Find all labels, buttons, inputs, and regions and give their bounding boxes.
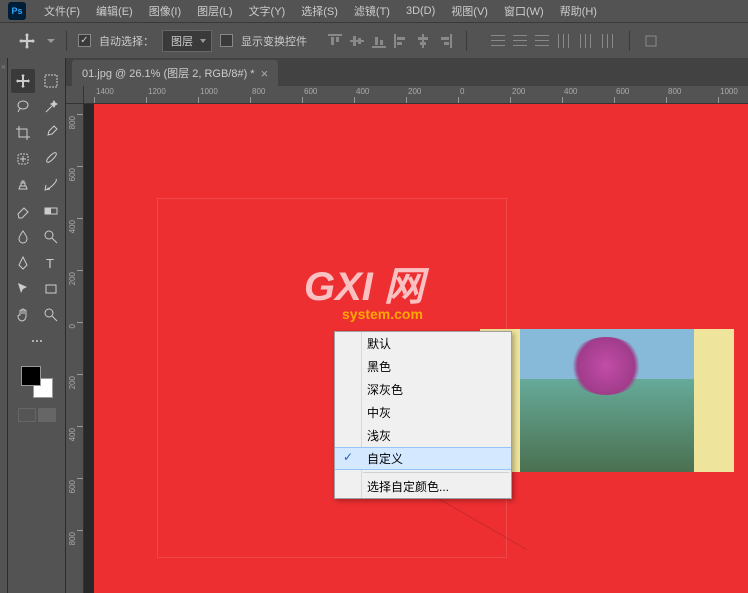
zoom-tool[interactable] [39,303,63,327]
context-menu: 默认 黑色 深灰色 中灰 浅灰 ✓ 自定义 选择自定颜色... [334,331,512,499]
blur-tool[interactable] [11,225,35,249]
clone-stamp-tool[interactable] [11,173,35,197]
mask-mode [18,408,56,422]
divider [629,31,630,51]
color-swatches[interactable] [21,366,53,398]
ruler-vertical[interactable]: 8006004002000200400600800 [66,104,84,593]
ruler-horizontal[interactable]: 1400120010008006004002000200400600800100… [84,86,748,104]
align-group [325,31,455,51]
divider [66,31,67,51]
auto-align-icon[interactable] [641,31,661,51]
ctx-item-select-color[interactable]: 选择自定颜色... [335,475,511,498]
menu-select[interactable]: 选择(S) [293,3,346,19]
menu-3d[interactable]: 3D(D) [398,5,443,17]
ctx-item-darkgray[interactable]: 深灰色 [335,378,511,401]
show-transform-checkbox[interactable] [220,34,233,47]
align-top-icon[interactable] [325,31,345,51]
auto-select-combo[interactable]: 图层 [162,30,212,52]
eraser-tool[interactable] [11,199,35,223]
eyedropper-tool[interactable] [39,121,63,145]
document-area: 01.jpg @ 26.1% (图层 2, RGB/8#) * × 140012… [66,58,748,593]
tab-title: 01.jpg @ 26.1% (图层 2, RGB/8#) * [82,65,255,81]
check-icon: ✓ [343,450,353,464]
ruler-corner [66,86,84,104]
show-transform-label: 显示变换控件 [241,33,307,49]
watermark-main: GXI 网 [304,265,424,309]
menu-layer[interactable]: 图层(L) [189,3,240,19]
distribute-left-icon[interactable] [554,31,574,51]
rectangle-tool[interactable] [39,277,63,301]
menu-filter[interactable]: 滤镜(T) [346,3,398,19]
panel-toggle[interactable] [0,58,8,593]
menubar: Ps 文件(F) 编辑(E) 图像(I) 图层(L) 文字(Y) 选择(S) 滤… [0,0,748,22]
menu-type[interactable]: 文字(Y) [241,3,294,19]
menu-view[interactable]: 视图(V) [443,3,496,19]
distribute-bottom-icon[interactable] [532,31,552,51]
align-bottom-icon[interactable] [369,31,389,51]
history-brush-tool[interactable] [39,173,63,197]
healing-brush-tool[interactable] [11,147,35,171]
watermark-sub: system.com [342,306,424,322]
dodge-tool[interactable] [39,225,63,249]
tab-close-icon[interactable]: × [261,67,269,80]
hand-tool[interactable] [11,303,35,327]
main-area: T 01.jpg @ 26.1% (图层 2, RGB/8#) * × [0,58,748,593]
ctx-item-lightgray[interactable]: 浅灰 [335,424,511,447]
menu-window[interactable]: 窗口(W) [496,3,552,19]
menu-image[interactable]: 图像(I) [141,3,189,19]
pen-tool[interactable] [11,251,35,275]
context-menu-divider [363,472,509,473]
marquee-tool[interactable] [39,69,63,93]
ctx-item-default[interactable]: 默认 [335,332,511,355]
edit-toolbar[interactable] [25,329,49,353]
align-left-icon[interactable] [391,31,411,51]
crop-tool[interactable] [11,121,35,145]
ctx-item-label: 自定义 [367,452,403,466]
align-hcenter-icon[interactable] [413,31,433,51]
auto-select-checkbox[interactable] [78,34,91,47]
gradient-tool[interactable] [39,199,63,223]
document-tab[interactable]: 01.jpg @ 26.1% (图层 2, RGB/8#) * × [72,60,278,86]
ctx-item-custom[interactable]: ✓ 自定义 [335,447,511,470]
brush-tool[interactable] [39,147,63,171]
align-vcenter-icon[interactable] [347,31,367,51]
foreground-color[interactable] [21,366,41,386]
ctx-item-midgray[interactable]: 中灰 [335,401,511,424]
svg-text:T: T [46,256,54,271]
placed-image[interactable] [480,329,734,472]
lasso-tool[interactable] [11,95,35,119]
quickmask-mode-icon[interactable] [38,408,56,422]
watermark: GXI 网 system.com [304,254,424,322]
move-tool[interactable] [11,69,35,93]
menu-file[interactable]: 文件(F) [36,3,88,19]
menu-edit[interactable]: 编辑(E) [88,3,141,19]
menu-help[interactable]: 帮助(H) [552,3,605,19]
ps-logo: Ps [8,2,26,20]
distribute-vcenter-icon[interactable] [510,31,530,51]
auto-select-label: 自动选择： [99,33,154,49]
magic-wand-tool[interactable] [39,95,63,119]
type-tool[interactable]: T [39,251,63,275]
tool-preset-dropdown-icon[interactable] [47,39,55,43]
optionsbar: 自动选择： 图层 显示变换控件 [0,22,748,58]
distribute-group [488,31,618,51]
align-right-icon[interactable] [435,31,455,51]
path-selection-tool[interactable] [11,277,35,301]
image-content [568,337,644,395]
divider [466,31,467,51]
distribute-top-icon[interactable] [488,31,508,51]
move-tool-icon[interactable] [18,32,36,50]
standard-mode-icon[interactable] [18,408,36,422]
tabbar: 01.jpg @ 26.1% (图层 2, RGB/8#) * × [66,58,748,86]
toolbox: T [8,58,66,593]
distribute-hcenter-icon[interactable] [576,31,596,51]
distribute-right-icon[interactable] [598,31,618,51]
ctx-item-black[interactable]: 黑色 [335,355,511,378]
